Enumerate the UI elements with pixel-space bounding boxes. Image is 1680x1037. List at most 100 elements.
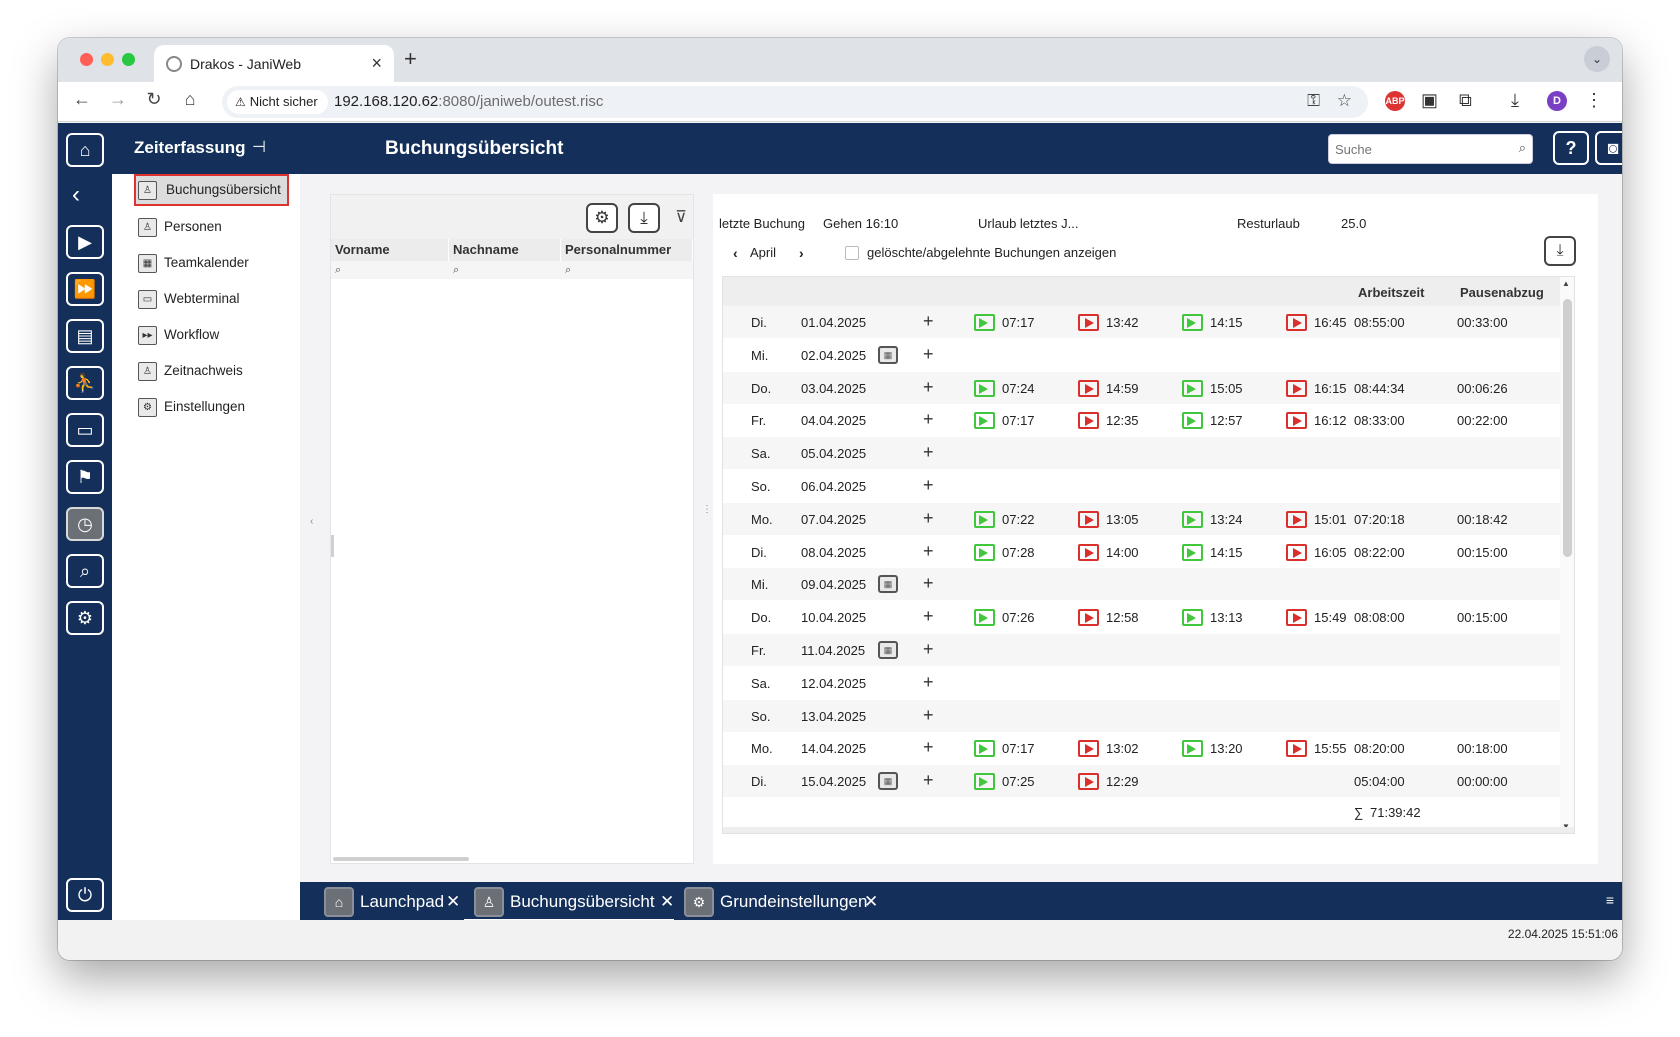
clock-in-time[interactable]: 14:15 bbox=[1210, 315, 1243, 330]
puzzle-extensions-icon[interactable]: ⧉ bbox=[1459, 90, 1472, 111]
clock-in-time[interactable]: 07:22 bbox=[1002, 512, 1035, 527]
clock-in-time[interactable]: 07:28 bbox=[1002, 545, 1035, 560]
booking-row[interactable]: Di. 08.04.2025 +07:28 14:00 14:15 16:05 08:22:… bbox=[723, 536, 1574, 568]
close-tab-icon[interactable]: ✕ bbox=[864, 882, 878, 922]
pin-icon[interactable]: ⊣ bbox=[252, 137, 266, 157]
browser-menu-icon[interactable]: ⋮ bbox=[1585, 90, 1603, 111]
task-tab-grundeinstellungen[interactable]: ⚙ Grundeinstellungen ✕ bbox=[684, 882, 884, 922]
clock-out-time[interactable]: 12:35 bbox=[1106, 413, 1139, 428]
person-entry-icon[interactable]: ⛹ bbox=[66, 366, 104, 400]
booking-row[interactable]: Sa. 05.04.2025 + bbox=[723, 437, 1574, 470]
resize-grip[interactable] bbox=[331, 535, 334, 557]
clock-in-time[interactable]: 13:20 bbox=[1210, 741, 1243, 756]
add-booking-icon[interactable]: + bbox=[923, 311, 934, 332]
booking-row[interactable]: Mi. 09.04.2025 ▦ + bbox=[723, 568, 1574, 601]
add-booking-icon[interactable]: + bbox=[923, 442, 934, 463]
close-tab-icon[interactable]: ✕ bbox=[446, 882, 460, 922]
launchpad-home-icon[interactable]: ⌂ bbox=[66, 133, 104, 167]
add-booking-icon[interactable]: + bbox=[923, 344, 934, 365]
clock-out-time[interactable]: 15:01 bbox=[1314, 512, 1347, 527]
add-booking-icon[interactable]: + bbox=[923, 737, 934, 758]
calendar-entry-icon[interactable]: ▦ bbox=[878, 575, 898, 594]
add-booking-icon[interactable]: + bbox=[923, 475, 934, 496]
download-icon[interactable]: ⤓ bbox=[1511, 90, 1519, 111]
close-tab-icon[interactable]: ✕ bbox=[660, 882, 674, 922]
scroll-up-icon[interactable]: ▲ bbox=[1562, 279, 1570, 288]
collapse-back-icon[interactable]: ‹ bbox=[72, 181, 80, 209]
booking-export-button[interactable]: ⤓ bbox=[1544, 236, 1576, 266]
list-export-button[interactable]: ⤓ bbox=[628, 203, 660, 233]
monitor-icon[interactable]: ▭ bbox=[66, 413, 104, 447]
window-close-button[interactable] bbox=[80, 53, 93, 66]
task-tab-buchungsuebersicht[interactable]: ♙ Buchungsübersicht ✕ bbox=[464, 882, 674, 922]
add-filter-icon[interactable]: ⊽ bbox=[675, 207, 687, 227]
running-person-icon[interactable]: ⚑ bbox=[66, 460, 104, 494]
forward-arrow-icon[interactable]: → bbox=[106, 89, 130, 110]
nav-item-zeitnachweis[interactable]: ♙ Zeitnachweis bbox=[134, 355, 289, 387]
add-booking-icon[interactable]: + bbox=[923, 606, 934, 627]
id-card-icon[interactable]: ▤ bbox=[66, 319, 104, 353]
column-header-vorname[interactable]: Vorname bbox=[331, 239, 449, 261]
settings-gear-icon[interactable]: ⚙ bbox=[66, 601, 104, 635]
address-bar[interactable]: ⚠ Nicht sicher 192.168.120.62:8080/janiwe… bbox=[222, 86, 1368, 118]
hamburger-menu-icon[interactable]: ≡ bbox=[1606, 892, 1614, 908]
window-minimize-button[interactable] bbox=[101, 53, 114, 66]
booking-row[interactable]: So. 13.04.2025 + bbox=[723, 699, 1574, 732]
adblock-extension-icon[interactable]: ABP bbox=[1385, 91, 1405, 111]
vertical-scrollbar[interactable]: ▲ ▼ bbox=[1560, 277, 1574, 833]
grid-horizontal-scrollbar[interactable] bbox=[723, 827, 1574, 833]
search-icon[interactable]: ⌕ bbox=[1519, 140, 1526, 156]
list-settings-button[interactable]: ⚙ bbox=[586, 203, 618, 233]
add-booking-icon[interactable]: + bbox=[923, 770, 934, 791]
clock-in-time[interactable]: 13:24 bbox=[1210, 512, 1243, 527]
clock-out-time[interactable]: 13:02 bbox=[1106, 741, 1139, 756]
security-indicator[interactable]: ⚠ Nicht sicher bbox=[227, 90, 328, 114]
clock-in-time[interactable]: 07:24 bbox=[1002, 381, 1035, 396]
tab-search-dropdown-icon[interactable]: ⌄ bbox=[1584, 46, 1610, 72]
logout-power-icon[interactable]: ⏻ bbox=[66, 878, 104, 912]
add-booking-icon[interactable]: + bbox=[923, 672, 934, 693]
clock-in-time[interactable]: 07:25 bbox=[1002, 774, 1035, 789]
clock-out-time[interactable]: 16:12 bbox=[1314, 413, 1347, 428]
profile-avatar[interactable]: D bbox=[1547, 91, 1567, 111]
clock-in-time[interactable]: 07:17 bbox=[1002, 741, 1035, 756]
panel-splitter-handle[interactable]: ⋮ bbox=[702, 504, 712, 515]
clock-out-time[interactable]: 14:00 bbox=[1106, 545, 1139, 560]
nav-item-buchungsuebersicht[interactable]: ♙ Buchungsübersicht bbox=[134, 174, 289, 206]
add-booking-icon[interactable]: + bbox=[923, 705, 934, 726]
clock-in-time[interactable]: 13:13 bbox=[1210, 610, 1243, 625]
task-tab-launchpad[interactable]: ⌂ Launchpad ✕ bbox=[324, 882, 464, 922]
clock-out-time[interactable]: 12:29 bbox=[1106, 774, 1139, 789]
booking-row[interactable]: Di. 01.04.2025 +07:17 13:42 14:15 16:45 08:55:… bbox=[723, 306, 1574, 338]
horizontal-scrollbar[interactable] bbox=[333, 857, 469, 861]
next-month-icon[interactable]: › bbox=[799, 245, 804, 261]
booking-row[interactable]: Do. 03.04.2025 +07:24 14:59 15:05 16:15 08:44:… bbox=[723, 371, 1574, 404]
nav-item-einstellungen[interactable]: ⚙ Einstellungen bbox=[134, 391, 289, 423]
nav-item-webterminal[interactable]: ▭ Webterminal bbox=[134, 283, 289, 315]
clock-in-time[interactable]: 07:17 bbox=[1002, 413, 1035, 428]
browser-tab[interactable]: Drakos - JaniWeb × bbox=[154, 45, 394, 82]
column-header-personalnummer[interactable]: Personalnummer bbox=[561, 239, 693, 261]
booking-row[interactable]: Do. 10.04.2025 +07:26 12:58 13:13 15:49 08:08:… bbox=[723, 601, 1574, 633]
key-icon[interactable]: ⚿ bbox=[1307, 91, 1320, 111]
scrollbar-thumb[interactable] bbox=[1563, 299, 1572, 557]
extension-icon[interactable]: ▣ bbox=[1421, 90, 1438, 111]
booking-row[interactable]: Fr. 11.04.2025 ▦ + bbox=[723, 634, 1574, 666]
clock-in-time[interactable]: 07:26 bbox=[1002, 610, 1035, 625]
clock-out-time[interactable]: 12:58 bbox=[1106, 610, 1139, 625]
nav-item-personen[interactable]: ♙ Personen bbox=[134, 211, 289, 243]
tab-close-icon[interactable]: × bbox=[371, 53, 382, 74]
column-header-nachname[interactable]: Nachname bbox=[449, 239, 561, 261]
add-booking-icon[interactable]: + bbox=[923, 409, 934, 430]
nav-item-workflow[interactable]: ▸▸ Workflow bbox=[134, 319, 289, 351]
calendar-entry-icon[interactable]: ▦ bbox=[878, 772, 898, 791]
filter-vorname-icon[interactable]: ⌕ bbox=[331, 261, 449, 279]
previous-month-icon[interactable]: ‹ bbox=[733, 245, 738, 261]
window-zoom-button[interactable] bbox=[122, 53, 135, 66]
calendar-entry-icon[interactable]: ▦ bbox=[878, 641, 898, 659]
show-deleted-checkbox[interactable] bbox=[845, 246, 859, 260]
clock-in-time[interactable]: 12:57 bbox=[1210, 413, 1243, 428]
magnifier-icon[interactable]: ⌕ bbox=[66, 554, 104, 588]
search-input[interactable] bbox=[1329, 135, 1499, 163]
booking-row[interactable]: So. 06.04.2025 + bbox=[723, 470, 1574, 502]
